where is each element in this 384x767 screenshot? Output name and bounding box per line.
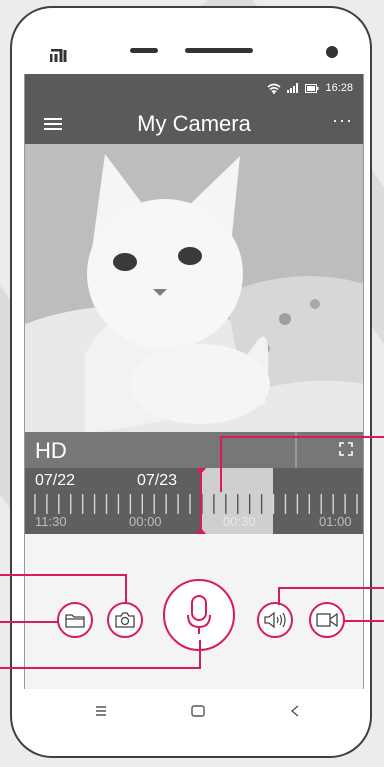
menu-nav-icon[interactable]: [94, 705, 108, 717]
callout-line: [278, 587, 280, 605]
timeline-ticks: [34, 494, 358, 514]
timeline-time: 00:30: [223, 514, 256, 529]
callout-line: [344, 620, 384, 622]
status-bar: 16:28: [25, 74, 363, 104]
back-nav-icon[interactable]: [290, 705, 300, 717]
timeline-time: 01:00: [319, 514, 352, 529]
callout-line: [199, 640, 201, 669]
status-time: 16:28: [325, 82, 353, 94]
speaker-icon: [264, 612, 286, 628]
microphone-icon: [187, 595, 211, 634]
signal-icon: [287, 83, 299, 93]
files-button[interactable]: [57, 602, 93, 638]
system-nav-bar: [24, 689, 364, 743]
speaker-button[interactable]: [257, 602, 293, 638]
wifi-icon: [267, 83, 281, 94]
cat-image: [25, 144, 363, 434]
timeline-date: 07/23: [137, 472, 178, 489]
hd-quality-toggle[interactable]: HD: [35, 438, 67, 464]
camera-feed[interactable]: [25, 144, 363, 434]
callout-line: [220, 436, 222, 492]
control-panel: [25, 534, 363, 689]
speaker-short: [130, 48, 158, 53]
snapshot-button[interactable]: [107, 602, 143, 638]
playback-timeline[interactable]: 07/22 07/23 11:30 00:00 00:30 01:00: [25, 468, 363, 534]
callout-line: [220, 436, 384, 438]
app-bar: My Camera ···: [25, 104, 363, 144]
callout-line: [125, 574, 127, 604]
timeline-time: 11:30: [35, 514, 67, 529]
timeline-time: 00:00: [129, 514, 162, 529]
front-camera: [326, 46, 338, 58]
battery-icon: [305, 83, 319, 93]
more-options-icon[interactable]: ···: [332, 110, 353, 131]
app-title: My Camera: [137, 111, 251, 136]
callout-line: [0, 621, 58, 623]
mi-logo: [49, 46, 70, 69]
timeline-date: 07/22: [35, 472, 76, 489]
camera-icon: [115, 612, 135, 628]
folder-icon: [65, 614, 85, 628]
status-icons: 16:28: [267, 82, 353, 94]
playhead-marker[interactable]: [195, 468, 207, 534]
callout-line: [0, 667, 201, 669]
callout-line: [278, 587, 384, 589]
home-nav-icon[interactable]: [191, 705, 205, 717]
callout-line: [0, 574, 127, 576]
speaker-grille: [185, 48, 253, 53]
video-record-icon: [316, 613, 338, 627]
record-button[interactable]: [309, 602, 345, 638]
fullscreen-icon[interactable]: [339, 442, 353, 456]
app-screen: 16:28 My Camera ··· HD 07/22 07/23 11:30…: [24, 74, 364, 689]
